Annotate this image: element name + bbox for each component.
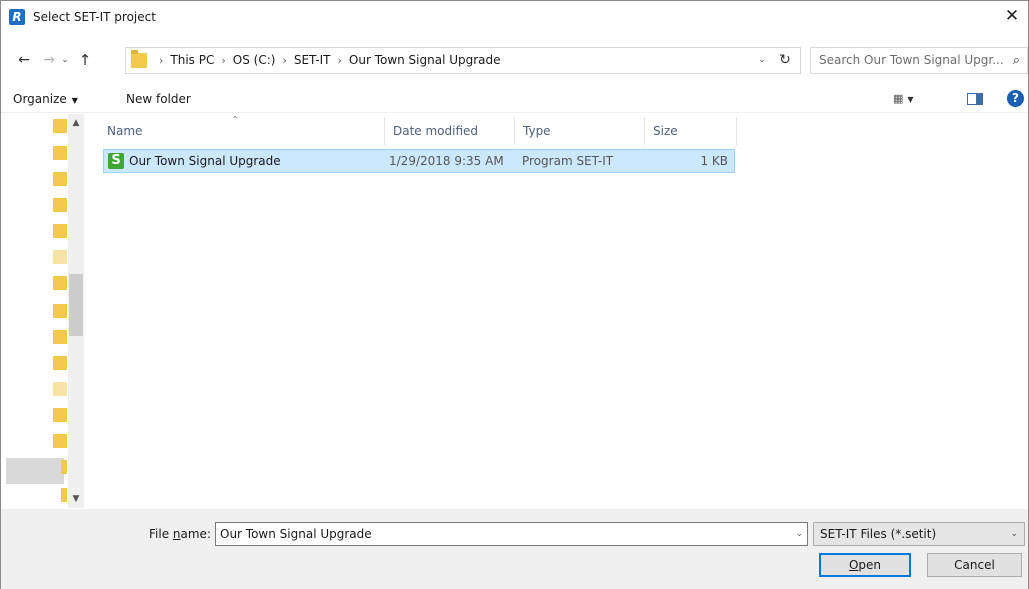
breadcrumb-separator[interactable]: ›	[275, 48, 293, 73]
new-folder-button[interactable]: New folder	[126, 85, 191, 113]
folder-icon[interactable]	[53, 330, 67, 344]
file-row[interactable]: S Our Town Signal Upgrade 1/29/2018 9:35…	[103, 149, 735, 173]
column-header-name[interactable]: Name ⌃	[99, 115, 385, 145]
scroll-down-button[interactable]: ▼	[68, 490, 84, 508]
open-label-rest: pen	[858, 558, 882, 572]
file-size: 1 KB	[700, 154, 728, 168]
breadcrumb-separator[interactable]: ›	[214, 48, 232, 73]
column-header-size[interactable]: Size	[645, 117, 737, 145]
up-one-level-button[interactable]: ↑	[74, 47, 96, 73]
file-type-select[interactable]: SET-IT Files (*.setit) ⌄	[813, 522, 1025, 546]
open-button[interactable]: Open	[819, 553, 911, 577]
breadcrumb-separator: ›	[159, 54, 164, 67]
folder-icon[interactable]	[53, 224, 67, 238]
breadcrumb-current-folder[interactable]: Our Town Signal Upgrade	[349, 48, 501, 73]
sort-ascending-icon: ⌃	[231, 115, 240, 126]
folder-icon[interactable]	[53, 304, 67, 318]
scrollbar-thumb[interactable]	[69, 274, 83, 336]
chevron-down-icon[interactable]: ⌄	[795, 523, 803, 545]
open-label-accel: O	[848, 558, 859, 572]
file-list[interactable]: Name ⌃ Date modified Type Size S Our Tow…	[85, 114, 1028, 508]
app-logo-icon: R	[9, 9, 25, 25]
file-name: Our Town Signal Upgrade	[129, 154, 281, 168]
file-name-label-accel: n	[172, 527, 181, 541]
breadcrumb-this-pc[interactable]: This PC	[170, 48, 214, 73]
dialog-footer: File name: Our Town Signal Upgrade ⌄ SET…	[1, 509, 1028, 589]
address-bar[interactable]: › This PC › OS (C:) › SET-IT › Our Town …	[125, 47, 801, 74]
search-placeholder: Search Our Town Signal Upgr...	[819, 53, 1004, 67]
close-button[interactable]: ✕	[998, 3, 1026, 29]
scroll-up-button[interactable]: ▲	[68, 114, 84, 132]
file-open-dialog: R Select SET-IT project ✕ ← → ⌄ ↑ › This…	[0, 0, 1029, 589]
breadcrumb: › This PC › OS (C:) › SET-IT › Our Town …	[152, 48, 501, 73]
folder-icon[interactable]	[53, 276, 67, 290]
breadcrumb-separator[interactable]: ›	[330, 48, 348, 73]
column-name-label: Name	[107, 124, 143, 138]
cancel-button[interactable]: Cancel	[927, 553, 1022, 577]
help-icon[interactable]: ?	[1007, 90, 1024, 107]
file-name-label-prefix: File	[149, 527, 173, 541]
navigation-bar: ← → ⌄ ↑ › This PC › OS (C:) › SET-IT › O…	[1, 47, 1028, 75]
chevron-down-icon[interactable]: ⌄	[754, 48, 770, 73]
preview-pane-button[interactable]	[967, 93, 983, 105]
change-view-button[interactable]: ▦ ▼	[893, 89, 927, 109]
refresh-button[interactable]: ↻	[774, 48, 796, 73]
organize-button[interactable]: Organize ▼	[13, 85, 78, 115]
folder-icon[interactable]	[53, 146, 67, 160]
file-type-value: SET-IT Files (*.setit)	[820, 527, 937, 541]
file-name-value: Our Town Signal Upgrade	[220, 527, 372, 541]
folder-icon[interactable]	[53, 119, 67, 133]
search-icon[interactable]: ⌕	[1013, 48, 1020, 73]
recent-locations-button[interactable]: ⌄	[57, 47, 73, 73]
chevron-down-icon[interactable]: ⌄	[1010, 523, 1018, 545]
folder-icon[interactable]	[53, 250, 67, 264]
file-name-label-suffix: ame:	[180, 527, 211, 541]
caret-down-icon: ▼	[71, 96, 78, 105]
title-bar: R Select SET-IT project ✕	[1, 1, 1028, 31]
back-button[interactable]: ←	[13, 47, 35, 73]
folder-icon[interactable]	[53, 408, 67, 422]
navigation-pane[interactable]: ▲ ▼	[1, 114, 84, 508]
folder-icon[interactable]	[53, 198, 67, 212]
search-input[interactable]: Search Our Town Signal Upgr... ⌕	[810, 47, 1028, 74]
breadcrumb-set-it[interactable]: SET-IT	[294, 48, 331, 73]
file-type: Program SET-IT	[522, 154, 614, 168]
folder-icon[interactable]	[61, 460, 67, 474]
folder-icon	[131, 50, 147, 68]
breadcrumb-os-c[interactable]: OS (C:)	[233, 48, 276, 73]
folder-icon[interactable]	[53, 172, 67, 186]
column-header-type[interactable]: Type	[515, 117, 645, 145]
setit-file-icon: S	[108, 153, 124, 169]
dialog-title: Select SET-IT project	[33, 10, 156, 24]
folder-icon[interactable]	[61, 488, 67, 502]
folder-icon[interactable]	[53, 434, 67, 448]
command-toolbar: Organize ▼ New folder ▦ ▼ ?	[1, 85, 1028, 113]
column-header-date-modified[interactable]: Date modified	[385, 117, 515, 145]
details-view-icon: ▦	[893, 92, 904, 105]
file-name-label: File name:	[149, 526, 211, 542]
caret-down-icon: ▼	[907, 95, 914, 104]
folder-icon[interactable]	[53, 382, 67, 396]
folder-icon[interactable]	[53, 356, 67, 370]
file-date-modified: 1/29/2018 9:35 AM	[389, 154, 504, 168]
organize-label: Organize	[13, 92, 67, 106]
nav-pane-selected-item[interactable]	[6, 458, 64, 484]
file-name-field[interactable]: Our Town Signal Upgrade ⌄	[215, 522, 808, 546]
